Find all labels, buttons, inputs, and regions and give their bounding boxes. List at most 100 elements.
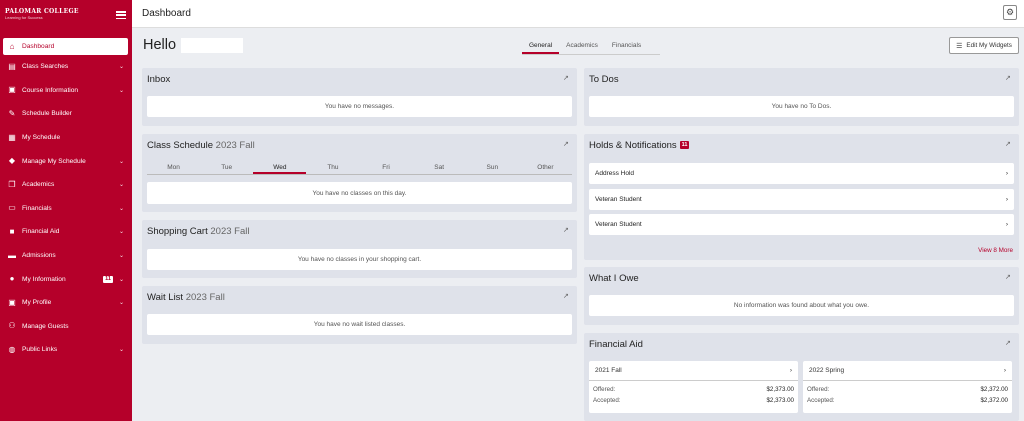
sidebar-item-my-schedule[interactable]: ▦ My Schedule: [0, 126, 132, 150]
view-more-link[interactable]: View 8 More: [978, 247, 1013, 254]
aid-accepted-value: $2,373.00: [766, 397, 794, 404]
sidebar-item-label: Class Searches: [22, 63, 69, 71]
sidebar-item-schedule-builder[interactable]: ✎ Schedule Builder: [0, 102, 132, 126]
sidebar-item-label: My Profile: [22, 299, 52, 307]
tab-general[interactable]: General: [522, 40, 560, 54]
sidebar-item-admissions[interactable]: ▬ Admissions ⌄: [0, 244, 132, 268]
day-tab-other[interactable]: Other: [519, 163, 572, 174]
wait-list-title-text: Wait List: [147, 292, 184, 303]
schedule-empty-message: You have no classes on this day.: [147, 182, 572, 204]
aid-accepted-row: Accepted: $2,372.00: [803, 395, 1012, 406]
aid-term-card: 2022 Spring › Offered: $2,372.00 Accepte…: [803, 361, 1012, 413]
hamburger-menu-icon[interactable]: [116, 11, 126, 19]
sidebar-item-my-profile[interactable]: ▣ My Profile ⌄: [0, 291, 132, 315]
chevron-right-icon: ›: [1005, 196, 1008, 203]
chevron-down-icon: ⌄: [118, 253, 124, 260]
aid-offered-value: $2,373.00: [766, 386, 794, 393]
external-link-icon[interactable]: ↗: [563, 141, 570, 148]
sidebar-item-label: Academics: [22, 181, 55, 189]
sidebar-item-label: Course Information: [22, 86, 79, 94]
chevron-right-icon: ›: [789, 367, 792, 374]
aid-accepted-label: Accepted:: [593, 397, 621, 404]
day-tabs: Mon Tue Wed Thu Fri Sat Sun Other: [147, 163, 572, 175]
sidebar-item-label: Manage My Schedule: [22, 157, 86, 165]
inbox-empty-message: You have no messages.: [147, 96, 572, 117]
external-link-icon[interactable]: ↗: [563, 293, 570, 300]
chevron-down-icon: ⌄: [118, 158, 124, 165]
sidebar-item-dashboard[interactable]: ⌂ Dashboard: [3, 38, 128, 55]
todos-title: To Dos: [589, 74, 619, 85]
logo-tagline: Learning for Success: [5, 15, 43, 20]
sidebar-item-my-information[interactable]: ● My Information 11 ⌄: [0, 267, 132, 291]
sidebar-item-manage-guests[interactable]: ⚇ Manage Guests: [0, 315, 132, 339]
what-i-owe-widget: What I Owe ↗ No information was found ab…: [584, 267, 1019, 325]
tab-academics[interactable]: Academics: [559, 40, 605, 54]
chevron-down-icon: ⌄: [118, 229, 124, 236]
day-tab-fri[interactable]: Fri: [360, 163, 413, 174]
chevron-down-icon: ⌄: [118, 300, 124, 307]
sidebar-item-course-information[interactable]: ▣ Course Information ⌄: [0, 79, 132, 103]
chevron-right-icon: ›: [1005, 170, 1008, 177]
holds-title: Holds & Notifications 11: [589, 140, 690, 151]
sidebar-item-class-searches[interactable]: ▤ Class Searches ⌄: [0, 55, 132, 79]
day-tab-thu[interactable]: Thu: [306, 163, 359, 174]
chevron-down-icon: ⌄: [118, 276, 124, 283]
class-schedule-title: Class Schedule 2023 Fall: [147, 140, 255, 151]
chevron-down-icon: ⌄: [118, 205, 124, 212]
sidebar-item-public-links[interactable]: ◍ Public Links ⌄: [0, 338, 132, 362]
day-tab-sat[interactable]: Sat: [413, 163, 466, 174]
info-icon: ●: [9, 274, 15, 284]
external-link-icon[interactable]: ↗: [1005, 141, 1012, 148]
what-i-owe-title: What I Owe: [589, 273, 639, 284]
what-i-owe-empty-message: No information was found about what you …: [589, 295, 1014, 316]
sidebar-item-financials[interactable]: ▭ Financials ⌄: [0, 197, 132, 221]
gear-icon[interactable]: ⚙: [1003, 5, 1017, 20]
aid-term-header[interactable]: 2022 Spring ›: [803, 361, 1012, 381]
chevron-down-icon: ⌄: [118, 347, 124, 354]
tab-financials[interactable]: Financials: [605, 40, 648, 54]
sidebar-nav: ⌂ Dashboard ▤ Class Searches ⌄ ▣ Course …: [0, 38, 132, 362]
chevron-right-icon: ›: [1003, 367, 1006, 374]
wait-list-title: Wait List 2023 Fall: [147, 292, 225, 303]
edit-my-widgets-button[interactable]: ☰ Edit My Widgets: [949, 37, 1019, 54]
notification-badge: 11: [103, 275, 113, 283]
home-icon: ⌂: [9, 41, 15, 51]
chevron-right-icon: ›: [1005, 221, 1008, 228]
hold-row[interactable]: Veteran Student ›: [589, 214, 1014, 235]
sidebar-item-label: Dashboard: [22, 43, 55, 50]
hold-row[interactable]: Veteran Student ›: [589, 189, 1014, 210]
sidebar-item-financial-aid[interactable]: ■ Financial Aid ⌄: [0, 220, 132, 244]
holds-count-badge: 11: [679, 141, 690, 149]
day-tab-mon[interactable]: Mon: [147, 163, 200, 174]
sidebar-item-manage-my-schedule[interactable]: ◆ Manage My Schedule ⌄: [0, 149, 132, 173]
redacted-user-name: [181, 37, 244, 53]
sidebar-item-academics[interactable]: ❐ Academics ⌄: [0, 173, 132, 197]
aid-offered-row: Offered: $2,373.00: [589, 384, 798, 395]
external-link-icon[interactable]: ↗: [563, 227, 570, 234]
college-logo[interactable]: PALOMAR COLLEGE Learning for Success: [5, 9, 79, 21]
inbox-title: Inbox: [147, 74, 171, 85]
external-link-icon[interactable]: ↗: [1005, 274, 1012, 281]
day-tab-sun[interactable]: Sun: [466, 163, 519, 174]
external-link-icon[interactable]: ↗: [563, 75, 570, 82]
aid-offered-label: Offered:: [807, 386, 830, 393]
day-tab-wed[interactable]: Wed: [253, 163, 307, 174]
search-list-icon: ▤: [8, 61, 16, 71]
external-link-icon[interactable]: ↗: [1005, 340, 1012, 347]
class-schedule-title-text: Class Schedule: [147, 140, 214, 151]
aid-term-name: 2022 Spring: [809, 367, 845, 374]
sidebar-item-label: Manage Guests: [22, 322, 69, 330]
class-schedule-term: 2023 Fall: [215, 140, 255, 151]
sidebar-item-label: My Schedule: [22, 134, 61, 142]
aid-accepted-row: Accepted: $2,373.00: [589, 395, 798, 406]
hold-label: Address Hold: [595, 170, 635, 177]
hold-row[interactable]: Address Hold ›: [589, 163, 1014, 184]
sidebar-header: PALOMAR COLLEGE Learning for Success: [0, 0, 132, 30]
folder-icon: ■: [9, 226, 15, 236]
day-tab-tue[interactable]: Tue: [200, 163, 253, 174]
sidebar-item-label: My Information: [22, 275, 66, 283]
external-link-icon[interactable]: ↗: [1005, 75, 1012, 82]
documents-icon: ❐: [8, 179, 16, 189]
todos-empty-message: You have no To Dos.: [589, 96, 1014, 117]
aid-term-header[interactable]: 2021 Fall ›: [589, 361, 798, 381]
